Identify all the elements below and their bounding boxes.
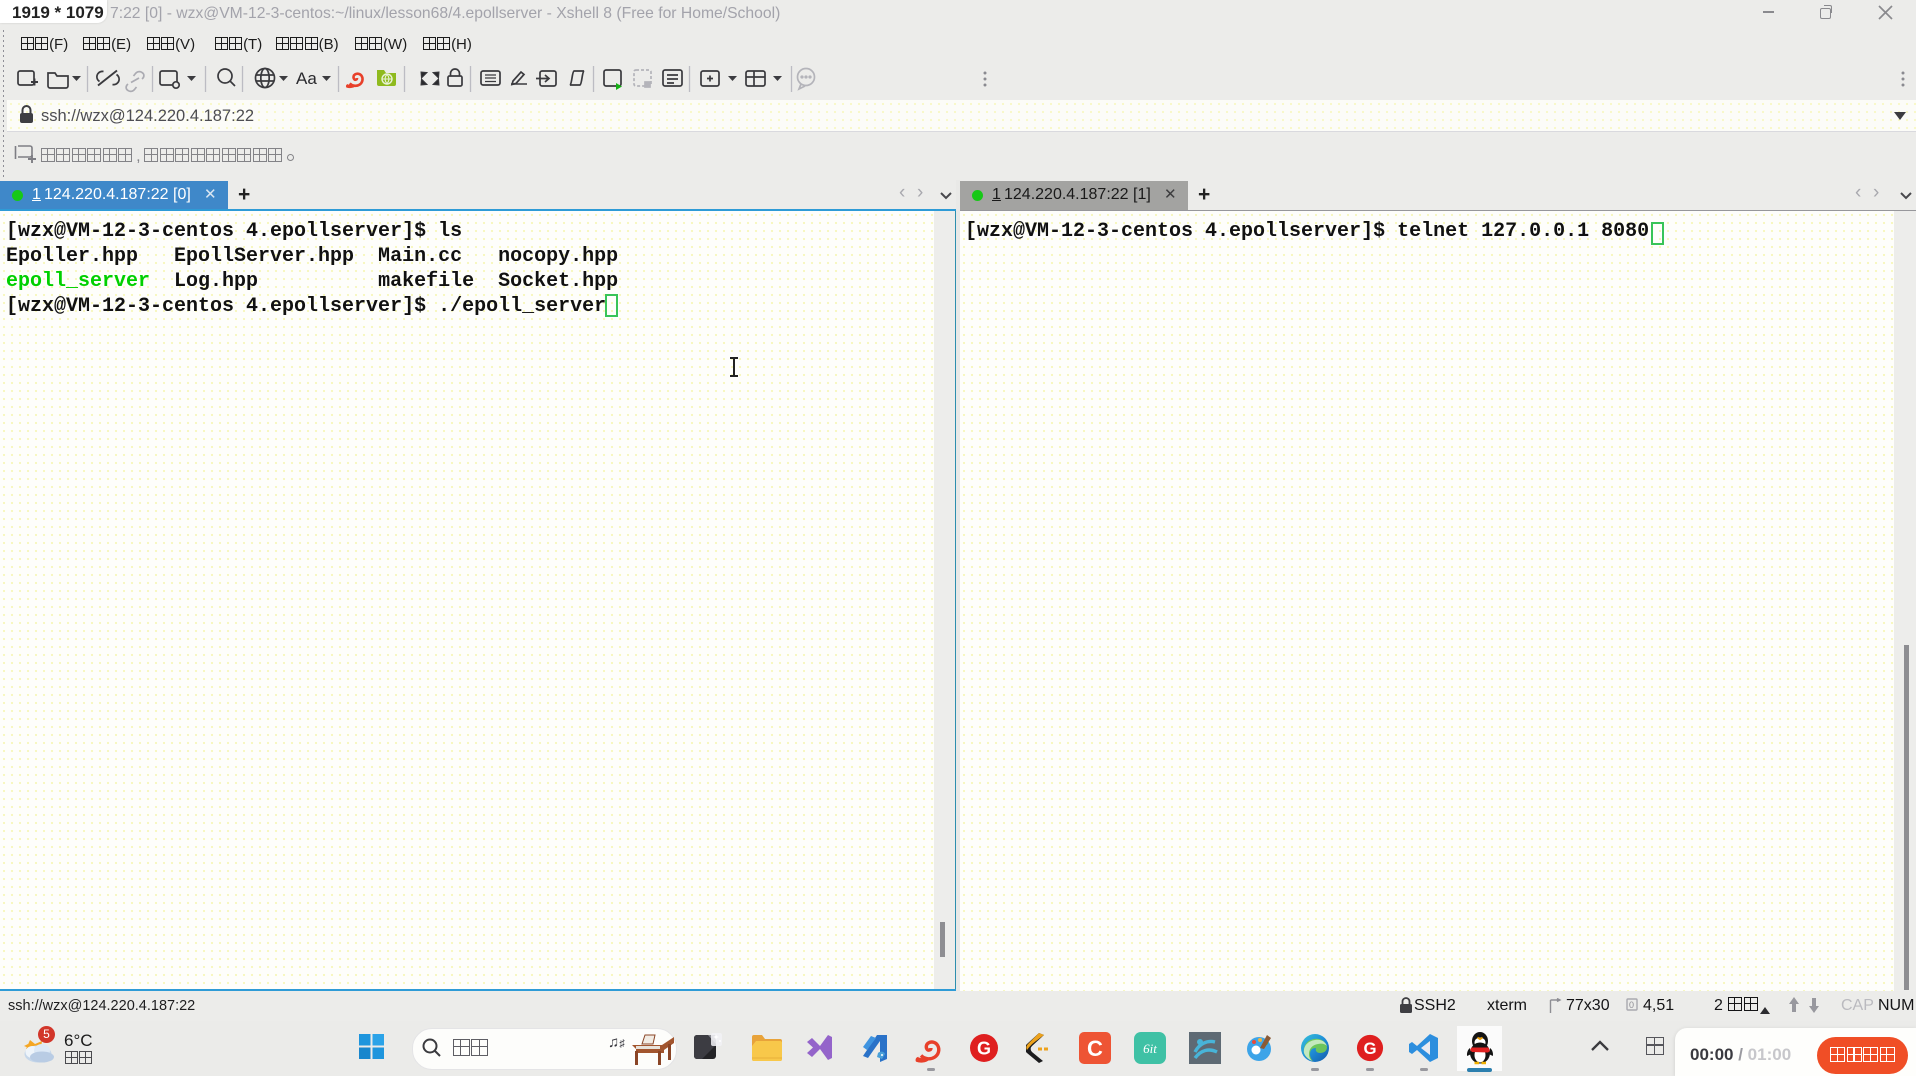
svg-text:6it: 6it (1143, 1041, 1157, 1056)
svg-text:G: G (977, 1039, 991, 1059)
svg-text:G: G (1363, 1039, 1376, 1058)
svg-text:0: 0 (1629, 1000, 1634, 1010)
svg-text:C: C (1087, 1036, 1103, 1061)
svg-text:Aa: Aa (296, 69, 317, 88)
